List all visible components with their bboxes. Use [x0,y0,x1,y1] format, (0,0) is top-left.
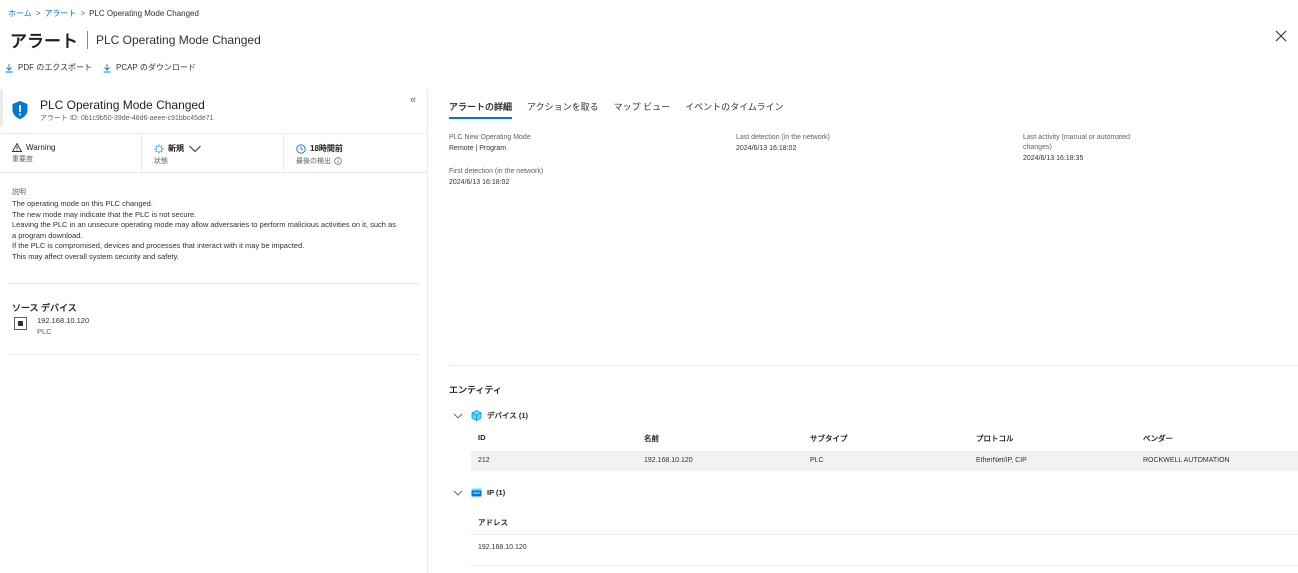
alert-name: PLC Operating Mode Changed [40,98,205,112]
column-header-subtype[interactable]: サブタイプ [810,433,848,444]
column-header-name[interactable]: 名前 [644,433,659,444]
description-section: 説明 The operating mode on this PLC change… [12,187,418,263]
chevron-down-icon[interactable] [453,489,463,497]
plc-device-icon [14,317,27,330]
last-detection-label: 最後の検出 [296,158,331,165]
tab-event-timeline[interactable]: イベントのタイムライン [685,100,783,119]
device-cube-icon [471,410,482,421]
export-pdf-button[interactable]: PDF のエクスポート [4,62,92,73]
severity-value: Warning [26,143,56,152]
toolbar: PDF のエクスポート PCAP のダウンロード [4,62,196,73]
divider [8,354,420,355]
cell-address: 192.168.10.120 [478,544,527,551]
status-value: 新規 [168,144,184,153]
ip-group-label: IP (1) [487,488,506,497]
collapse-panel-icon[interactable]: « [410,94,416,106]
cell-vendor: ROCKWELL AUTOMATION [1143,457,1230,464]
last-detection-label: Last detection (in the network) [736,134,830,141]
ip-address-icon [471,488,482,497]
last-activity-label: Last activity (manual or automated [1023,134,1130,141]
clock-icon [296,143,306,154]
alert-summary-row: Warning 重要度 新規 状態 18時間前 最後の検出 [0,133,428,173]
column-header-protocol[interactable]: プロトコル [976,433,1014,444]
cell-subtype: PLC [810,457,824,464]
divider [471,565,1298,566]
source-device-type: PLC [37,327,52,336]
severity-label: 重要度 [12,156,33,163]
alert-summary-panel: « PLC Operating Mode Changed アラート ID: 0b… [0,89,428,573]
description-line: a program download. [12,230,83,240]
download-icon [5,63,13,72]
status-label: 状態 [154,158,168,165]
new-mode-value: Remote | Program [449,145,507,152]
last-detection-value: 18時間前 [310,144,343,153]
download-pcap-button[interactable]: PCAP のダウンロード [102,62,196,73]
cell-id: 212 [478,457,490,464]
breadcrumb-alerts[interactable]: アラート [44,8,76,19]
breadcrumb-home[interactable]: ホーム [8,8,32,19]
tab-alert-details[interactable]: アラートの詳細 [449,100,513,119]
status-cell[interactable]: 新規 状態 [142,134,284,172]
breadcrumb: ホーム > アラート > PLC Operating Mode Changed [8,8,199,19]
page-header: アラート PLC Operating Mode Changed [10,27,261,52]
column-header-address[interactable]: アドレス [478,517,508,528]
title-divider [87,30,88,49]
column-header-id[interactable]: ID [478,433,486,442]
cell-protocol: EtherNet/IP, CIP [976,457,1027,464]
devices-group-header[interactable]: デバイス (1) [453,410,528,421]
chevron-down-icon[interactable] [453,412,463,420]
close-icon[interactable] [1274,29,1288,43]
last-activity-value: 2024/6/13 16:18:35 [1023,155,1084,162]
page-title: アラート [10,32,78,51]
breadcrumb-separator: > [80,9,86,18]
alert-id: アラート ID: 0b1c9b50-39de-48d6-aeee-c91bbc4… [40,115,214,122]
first-detection-value: 2024/6/13 16:18:02 [449,179,510,186]
new-mode-field: PLC New Operating Mode Remote | Program [449,133,589,152]
description-line: If the PLC is compromised, devices and p… [12,241,305,251]
tab-map-view[interactable]: マップ ビュー [614,100,671,119]
last-activity-field: Last activity (manual or automated chang… [1023,133,1173,162]
first-detection-field: First detection (in the network) 2024/6/… [449,167,589,186]
detail-tabs: アラートの詳細 アクションを取る マップ ビュー イベントのタイムライン [449,100,783,119]
description-line: This may affect overall system security … [12,251,179,261]
source-device-title: ソース デバイス [12,303,77,313]
last-detection-value: 2024/6/13 16:18:02 [736,145,797,152]
export-pdf-label: PDF のエクスポート [18,63,92,72]
severity-cell: Warning 重要度 [0,134,142,172]
tab-take-action[interactable]: アクションを取る [527,100,599,119]
last-detection-field: Last detection (in the network) 2024/6/1… [736,133,876,152]
shield-alert-icon [12,101,28,119]
breadcrumb-separator: > [35,9,41,18]
warning-icon [12,143,22,152]
divider [449,365,1298,366]
last-activity-label-cont: changes) [1023,144,1052,151]
source-device-ip: 192.168.10.120 [37,316,90,325]
description-label: 説明 [12,189,26,196]
chevron-down-icon[interactable] [188,144,202,153]
breadcrumb-current: PLC Operating Mode Changed [89,9,199,18]
download-icon [103,63,111,72]
description-line: The new mode may indicate that the PLC i… [12,209,197,219]
new-mode-label: PLC New Operating Mode [449,134,531,141]
description-line: Leaving the PLC in an unsecure operating… [12,220,396,230]
devices-group-label: デバイス (1) [487,411,529,420]
cell-name: 192.168.10.120 [644,457,693,464]
source-device-item[interactable]: 192.168.10.120 PLC [14,316,89,336]
info-icon[interactable] [334,157,342,165]
column-header-vendor[interactable]: ベンダー [1143,433,1173,444]
divider [471,534,1298,535]
page-subtitle: PLC Operating Mode Changed [96,32,261,47]
download-pcap-label: PCAP のダウンロード [115,63,196,72]
entities-title: エンティティ [449,385,502,395]
divider [8,283,420,284]
ip-group-header[interactable]: IP (1) [453,487,505,498]
last-detection-cell: 18時間前 最後の検出 [284,134,426,172]
status-new-icon [154,144,164,153]
description-line: The operating mode on this PLC changed. [12,199,153,208]
first-detection-label: First detection (in the network) [449,168,544,175]
